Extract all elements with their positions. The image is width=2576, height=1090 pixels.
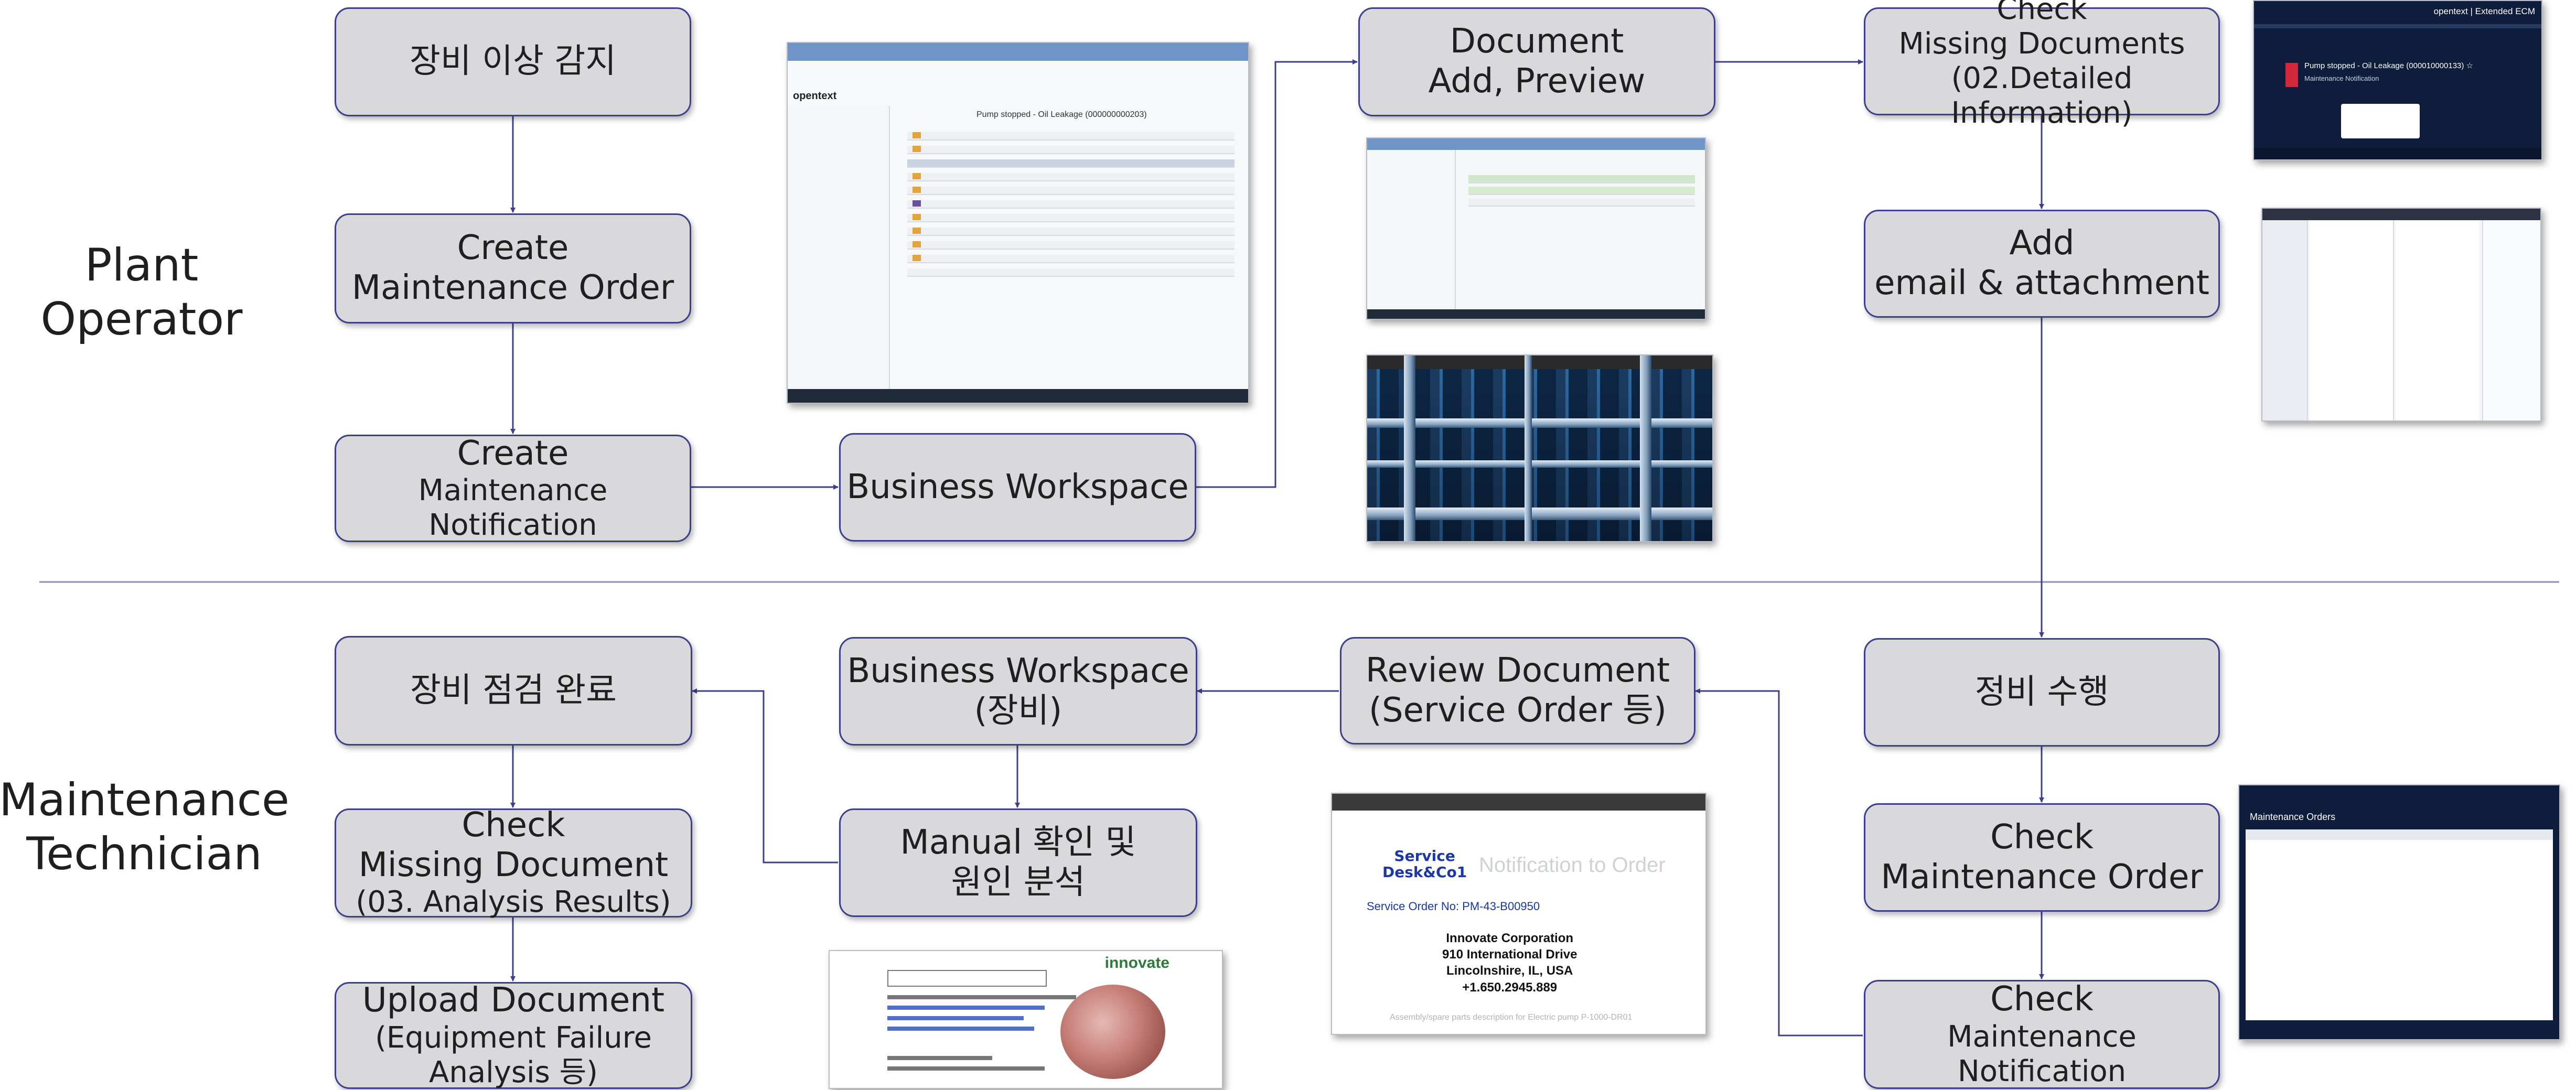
- node-check-missing-document[interactable]: Check Missing Document (03. Analysis Res…: [335, 806, 692, 920]
- window-titlebar: [788, 43, 1248, 61]
- node-label: (02.Detailed Information): [1951, 61, 2133, 131]
- node-label: Check: [1997, 0, 2087, 26]
- lane-label-line: Plant: [84, 239, 199, 292]
- thumbnail-maintenance-orders: Maintenance Orders: [2238, 784, 2560, 1040]
- service-desk-line: Service: [1394, 847, 1455, 865]
- thumbnail-pump-manual: innovate: [829, 950, 1223, 1089]
- node-check-maintenance-notification[interactable]: Check Maintenance Notification: [1864, 980, 2220, 1089]
- address-line: 910 International Drive: [1442, 947, 1577, 962]
- thumbnail-document-list: [1366, 137, 1706, 320]
- node-label: 장비 이상 감지: [410, 42, 616, 81]
- assembly-caption: Assembly/spare parts description for Ele…: [1390, 1013, 1633, 1022]
- node-label: Maintenance Order: [1881, 857, 2203, 897]
- brand-label: opentext: [793, 90, 837, 102]
- connector-layer: [39, 59, 2559, 1037]
- node-document-add-preview[interactable]: Document Add, Preview: [1358, 7, 1715, 116]
- address-line: Lincolnshire, IL, USA: [1446, 964, 1573, 978]
- thumbnail-service-order-document: Service Desk&Co1 Notification to Order S…: [1331, 793, 1706, 1035]
- node-label: 정비 수행: [1974, 672, 2109, 711]
- node-label: Add: [2009, 224, 2075, 263]
- notification-subtitle: Maintenance Notification: [2304, 74, 2379, 82]
- node-manual-check[interactable]: Manual 확인 및 원인 분석: [839, 808, 1197, 917]
- node-label: Business Workspace: [847, 651, 1189, 690]
- node-label: Missing Document: [358, 845, 669, 884]
- window-titlebar: [1367, 138, 1705, 150]
- node-label: Create: [457, 229, 569, 268]
- node-upload-document[interactable]: Upload Document (Equipment Failure Analy…: [335, 981, 692, 1089]
- thumbnail-email-client: [2261, 208, 2541, 422]
- node-label: (03. Analysis Results): [356, 885, 671, 920]
- node-label: Check: [1990, 817, 2094, 857]
- node-label: Maintenance Notification: [1947, 1019, 2137, 1088]
- node-label: Upload Document: [362, 981, 665, 1020]
- node-label: Business Workspace: [846, 467, 1189, 506]
- node-equipment-anomaly[interactable]: 장비 이상 감지: [335, 7, 691, 116]
- node-label: 원인 분석: [951, 862, 1086, 902]
- lane-label-line: Maintenance: [0, 774, 289, 826]
- node-label: Maintenance Notification: [418, 473, 608, 543]
- node-label: Check: [1990, 980, 2094, 1019]
- node-review-document[interactable]: Review Document (Service Order 등): [1340, 637, 1695, 744]
- notification-to-order-title: Notification to Order: [1479, 854, 1666, 877]
- node-label: (Service Order 등): [1369, 690, 1667, 730]
- lane-label-line: Operator: [40, 293, 243, 346]
- node-label: (Equipment Failure: [375, 1020, 652, 1055]
- opentext-header: opentext | Extended ECM: [2433, 6, 2535, 16]
- innovate-logo: innovate: [1104, 954, 1169, 972]
- connector-manual-to-complete: [692, 688, 838, 864]
- window-statusbar: [788, 389, 1248, 403]
- node-label: Create: [457, 434, 569, 473]
- service-order-number: Service Order No: PM-43-B00950: [1367, 900, 1540, 913]
- node-business-workspace[interactable]: Business Workspace: [839, 433, 1196, 542]
- node-label: Review Document: [1365, 651, 1670, 690]
- node-add-email-attachment[interactable]: Add email & attachment: [1864, 210, 2220, 318]
- workspace-title: Pump stopped - Oil Leakage (000000000203…: [976, 110, 1147, 119]
- notification-title: Pump stopped - Oil Leakage (000010000133…: [2304, 61, 2473, 70]
- node-label: Manual 확인 및: [900, 823, 1136, 862]
- node-check-maintenance-order[interactable]: Check Maintenance Order: [1864, 803, 2220, 912]
- service-desk-line: Desk&Co1: [1382, 863, 1467, 881]
- address-line: Innovate Corporation: [1446, 931, 1574, 945]
- node-inspection-complete[interactable]: 장비 점검 완료: [335, 636, 692, 746]
- node-label: Document: [1450, 22, 1624, 61]
- thumbnail-plant-photo: [1366, 354, 1713, 542]
- node-label: Add, Preview: [1428, 62, 1646, 101]
- node-label: email & attachment: [1874, 264, 2209, 303]
- address-line: +1.650.2945.889: [1462, 980, 1558, 995]
- node-label: Check: [461, 806, 565, 845]
- lane-label-maintenance-technician: Maintenance Technician: [0, 773, 289, 881]
- node-label: Missing Documents: [1898, 26, 2185, 61]
- customer-address: Innovate Corporation 910 International D…: [1442, 930, 1577, 996]
- workspace-sidebar: [788, 106, 890, 403]
- document-sidebar: [1367, 150, 1456, 319]
- service-desk-logo: Service Desk&Co1: [1382, 848, 1467, 881]
- node-create-maintenance-notification[interactable]: Create Maintenance Notification: [335, 434, 691, 543]
- node-label: Analysis 등): [429, 1055, 598, 1089]
- node-perform-maintenance[interactable]: 정비 수행: [1864, 638, 2220, 747]
- node-label: Maintenance Order: [351, 268, 674, 307]
- node-create-maintenance-order[interactable]: Create Maintenance Order: [335, 213, 691, 323]
- thumbnail-maintenance-notification: opentext | Extended ECM Pump stopped - O…: [2253, 0, 2542, 160]
- node-label: (장비): [974, 691, 1062, 730]
- lane-label-line: Technician: [26, 828, 262, 881]
- lane-label-plant-operator: Plant Operator: [31, 239, 252, 347]
- maintenance-orders-title: Maintenance Orders: [2250, 812, 2336, 822]
- node-check-missing-documents[interactable]: Check Missing Documents (02.Detailed Inf…: [1864, 0, 2220, 130]
- thumbnail-business-workspace-screenshot: opentext Pump stopped - Oil Leakage (000…: [787, 42, 1249, 404]
- connector-notification-check-to-review: [1695, 688, 1863, 1037]
- node-business-workspace-equipment[interactable]: Business Workspace (장비): [839, 637, 1197, 746]
- node-label: 장비 점검 완료: [410, 671, 617, 710]
